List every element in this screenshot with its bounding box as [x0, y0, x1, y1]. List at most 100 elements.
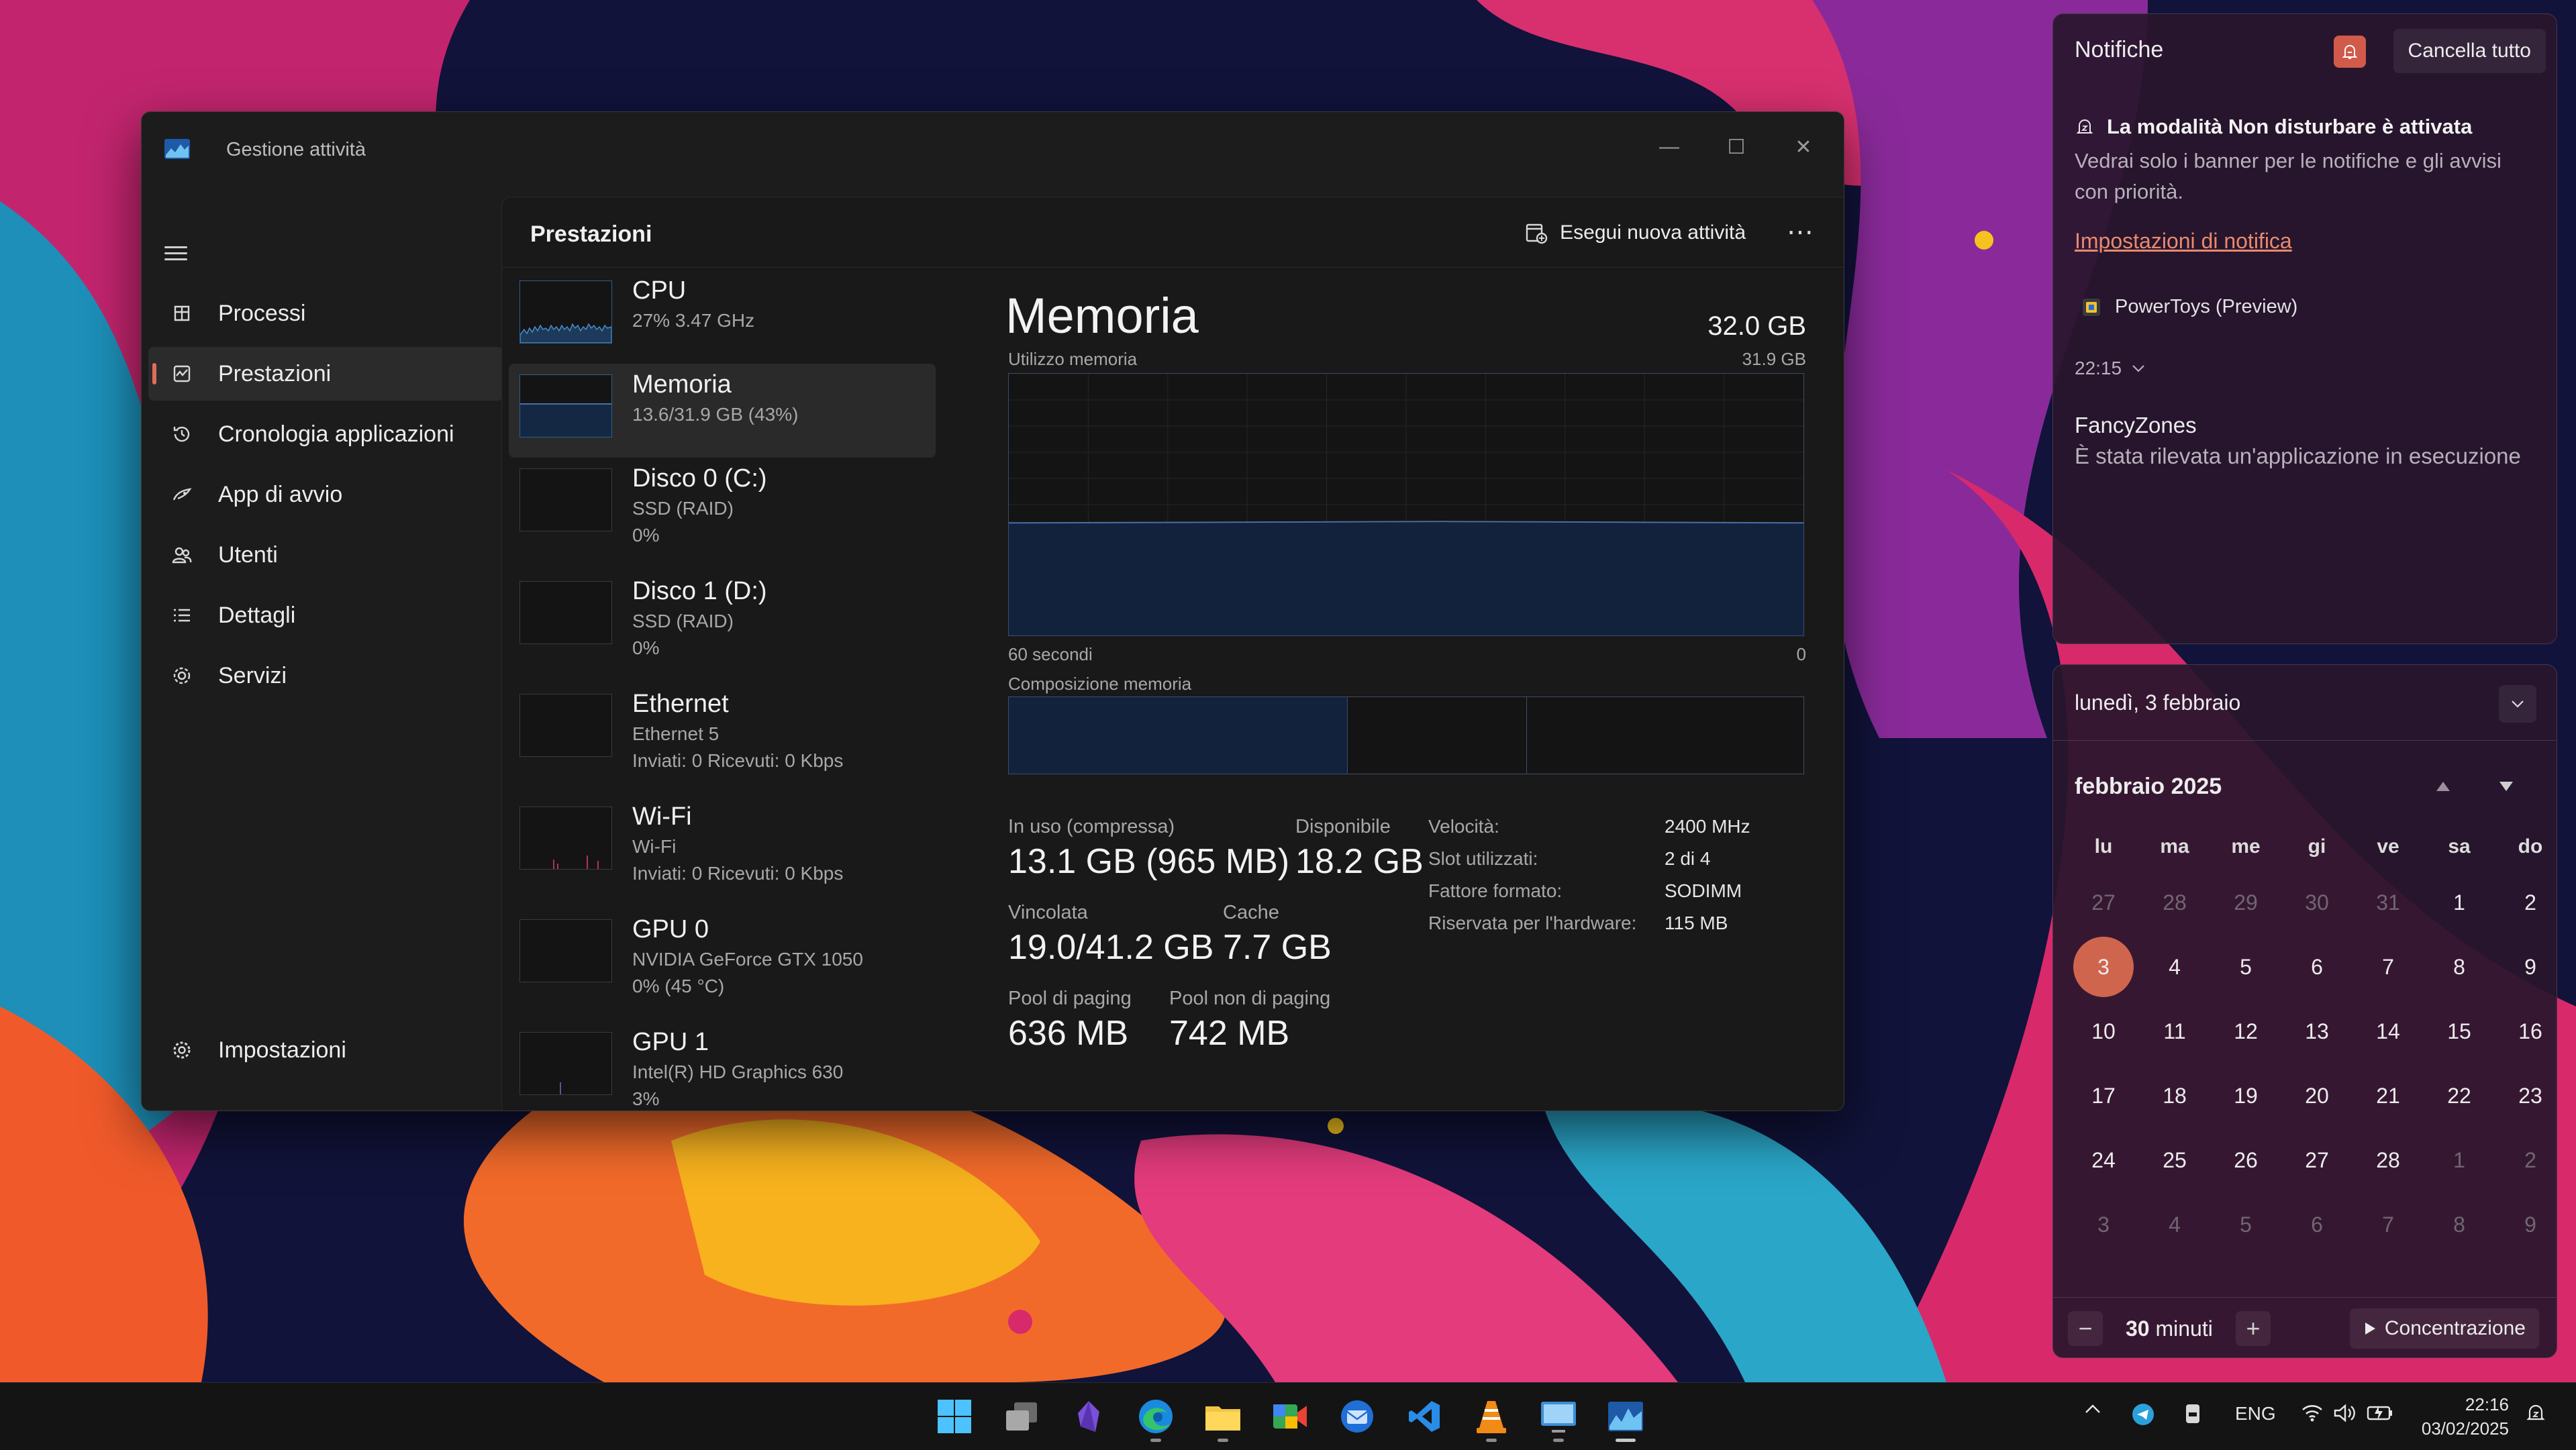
calendar-day[interactable]: 8 — [2424, 940, 2495, 994]
sidebar-item-services[interactable]: Servizi — [148, 649, 503, 703]
resource-item-gpu-0[interactable]: GPU 0 NVIDIA GeForce GTX 1050 0% (45 °C) — [509, 909, 936, 1002]
minimize-button[interactable]: — — [1636, 120, 1703, 174]
resource-item-disk-1[interactable]: Disco 1 (D:) SSD (RAID) 0% — [509, 570, 936, 664]
calendar-day[interactable]: 24 — [2068, 1133, 2139, 1187]
calendar-day[interactable]: 27 — [2068, 876, 2139, 929]
focus-decrease-button[interactable]: − — [2068, 1311, 2103, 1346]
calendar-day[interactable]: 18 — [2139, 1069, 2210, 1123]
resource-item-ethernet[interactable]: Ethernet Ethernet 5 Inviati: 0 Ricevuti:… — [509, 683, 936, 777]
maximize-button[interactable]: ☐ — [1703, 120, 1770, 174]
calendar-day[interactable]: 10 — [2068, 1004, 2139, 1058]
notification-bell-icon[interactable] — [2525, 1403, 2546, 1425]
previous-month-icon[interactable] — [2434, 779, 2452, 794]
calendar-collapse-button[interactable] — [2499, 685, 2536, 723]
calendar-day[interactable]: 3 — [2068, 1198, 2139, 1251]
calendar-day[interactable]: 31 — [2352, 876, 2424, 929]
calendar-day[interactable]: 15 — [2424, 1004, 2495, 1058]
file-explorer-icon[interactable] — [1201, 1395, 1244, 1442]
calendar-day[interactable]: 7 — [2352, 940, 2424, 994]
resource-item-wifi[interactable]: Wi-Fi Wi-Fi Inviati: 0 Ricevuti: 0 Kbps — [509, 796, 936, 890]
sidebar-item-startup-apps[interactable]: App di avvio — [148, 468, 503, 521]
sidebar-item-details[interactable]: Dettagli — [148, 588, 503, 642]
calendar-day[interactable]: 12 — [2210, 1004, 2281, 1058]
calendar-month-title[interactable]: febbraio 2025 — [2075, 774, 2222, 800]
running-indicator — [1150, 1439, 1161, 1442]
volume-icon[interactable] — [2333, 1403, 2356, 1423]
calendar-day[interactable]: 4 — [2139, 940, 2210, 994]
calendar-day[interactable]: 9 — [2495, 940, 2566, 994]
close-button[interactable]: ✕ — [1770, 120, 1837, 174]
calendar-day[interactable]: 2 — [2495, 876, 2566, 929]
run-new-task-button[interactable]: Esegui nuova attività — [1525, 215, 1746, 251]
notification-time-toggle[interactable]: 22:15 — [2075, 358, 2146, 379]
next-month-icon[interactable] — [2497, 779, 2515, 794]
calendar-day-number: 7 — [2382, 954, 2394, 979]
calendar-day[interactable]: 30 — [2281, 876, 2352, 929]
hamburger-menu-icon[interactable] — [164, 242, 187, 264]
calendar-day[interactable]: 19 — [2210, 1069, 2281, 1123]
resource-item-cpu[interactable]: CPU 27% 3.47 GHz — [509, 270, 936, 364]
more-options-icon[interactable]: ⋯ — [1781, 212, 1821, 252]
vscode-icon[interactable] — [1403, 1395, 1446, 1438]
calendar-day[interactable]: 16 — [2495, 1004, 2566, 1058]
telegram-tray-icon[interactable] — [2132, 1403, 2154, 1426]
resource-item-disk-0[interactable]: Disco 0 (C:) SSD (RAID) 0% — [509, 458, 936, 552]
clear-all-button[interactable]: Cancella tutto — [2393, 29, 2546, 73]
meet-icon[interactable] — [1269, 1395, 1311, 1438]
calendar-day[interactable]: 2 — [2495, 1133, 2566, 1187]
input-language[interactable]: ENG — [2235, 1403, 2276, 1425]
calendar-day[interactable]: 20 — [2281, 1069, 2352, 1123]
task-view-icon[interactable] — [1000, 1395, 1043, 1438]
task-manager-icon[interactable] — [1604, 1395, 1647, 1442]
calendar-day[interactable]: 5 — [2210, 940, 2281, 994]
calendar-day[interactable]: 1 — [2424, 1133, 2495, 1187]
start-focus-button[interactable]: Concentrazione — [2349, 1308, 2539, 1349]
resource-item-memory[interactable]: Memoria 13.6/31.9 GB (43%) — [509, 364, 936, 458]
calendar-day[interactable]: 28 — [2139, 876, 2210, 929]
remote-desktop-icon[interactable] — [1537, 1395, 1580, 1442]
calendar-day-today[interactable]: 3 — [2068, 937, 2139, 997]
calendar-day[interactable]: 28 — [2352, 1133, 2424, 1187]
calendar-day[interactable]: 23 — [2495, 1069, 2566, 1123]
vlc-icon[interactable] — [1470, 1395, 1513, 1442]
wifi-icon[interactable] — [2301, 1403, 2324, 1422]
security-tray-icon[interactable] — [2184, 1403, 2201, 1425]
start-icon[interactable] — [933, 1395, 976, 1438]
taskbar-clock[interactable]: 22:16 03/02/2025 — [2422, 1392, 2509, 1441]
calendar-day[interactable]: 6 — [2281, 940, 2352, 994]
resource-item-gpu-1[interactable]: GPU 1 Intel(R) HD Graphics 630 3% — [509, 1021, 936, 1110]
calendar-day[interactable]: 22 — [2424, 1069, 2495, 1123]
calendar-day-number: 1 — [2453, 1147, 2465, 1172]
calendar-day[interactable]: 6 — [2281, 1198, 2352, 1251]
calendar-day[interactable]: 17 — [2068, 1069, 2139, 1123]
sidebar-item-performance[interactable]: Prestazioni — [148, 347, 503, 401]
calendar-day[interactable]: 5 — [2210, 1198, 2281, 1251]
calendar-day[interactable]: 7 — [2352, 1198, 2424, 1251]
calendar-day[interactable]: 11 — [2139, 1004, 2210, 1058]
edge-icon[interactable] — [1134, 1395, 1177, 1442]
calendar-day[interactable]: 8 — [2424, 1198, 2495, 1251]
focus-increase-button[interactable]: + — [2236, 1311, 2271, 1346]
detail-title: Memoria — [1005, 288, 1199, 344]
obsidian-icon[interactable] — [1067, 1395, 1110, 1438]
calendar-day[interactable]: 4 — [2139, 1198, 2210, 1251]
notification-settings-link[interactable]: Impostazioni di notifica — [2075, 229, 2292, 254]
calendar-day[interactable]: 27 — [2281, 1133, 2352, 1187]
calendar-day[interactable]: 13 — [2281, 1004, 2352, 1058]
calendar-day[interactable]: 29 — [2210, 876, 2281, 929]
calendar-day[interactable]: 9 — [2495, 1198, 2566, 1251]
sidebar-item-settings[interactable]: Impostazioni — [148, 1023, 503, 1077]
show-hidden-icons-chevron[interactable] — [2083, 1403, 2102, 1415]
calendar-day[interactable]: 1 — [2424, 876, 2495, 929]
calendar-day[interactable]: 25 — [2139, 1133, 2210, 1187]
thunderbird-icon[interactable] — [1336, 1395, 1379, 1438]
battery-icon[interactable] — [2367, 1403, 2393, 1422]
calendar-day[interactable]: 14 — [2352, 1004, 2424, 1058]
sidebar-item-users[interactable]: Utenti — [148, 528, 503, 582]
calendar-day[interactable]: 26 — [2210, 1133, 2281, 1187]
sidebar-item-processes[interactable]: Processi — [148, 287, 503, 340]
do-not-disturb-toggle[interactable] — [2334, 36, 2366, 68]
sidebar-item-app-history[interactable]: Cronologia applicazioni — [148, 407, 503, 461]
calendar-day[interactable]: 21 — [2352, 1069, 2424, 1123]
resource-detail: 3% — [632, 1088, 660, 1109]
